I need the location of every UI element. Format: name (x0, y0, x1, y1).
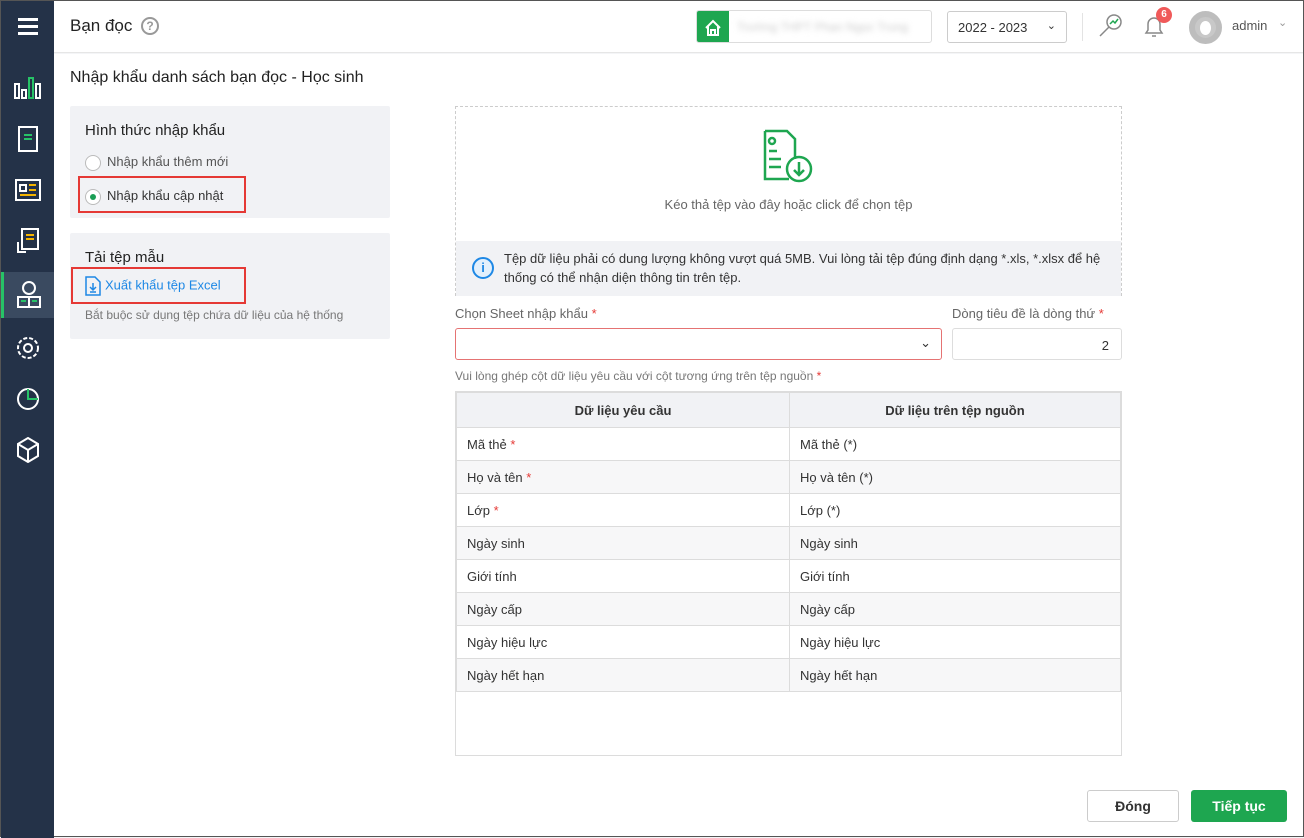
mapping-table-container: Dữ liệu yêu cầu Dữ liệu trên tệp nguồn Mã… (455, 391, 1122, 756)
settings-gear-icon[interactable] (1, 325, 54, 371)
radio-circle[interactable] (85, 154, 101, 171)
table-row: Mã thẻ * Mã thẻ (*) (456, 427, 1121, 461)
user-chevron-icon[interactable]: ⌄ (1278, 16, 1287, 29)
header-row-label: Dòng tiêu đề là dòng thứ * (952, 306, 1104, 321)
source-field-cell[interactable]: Ngày cấp (789, 592, 1121, 626)
dashboard-chart-icon[interactable] (1, 65, 54, 111)
search-analytics-icon[interactable] (1098, 12, 1124, 41)
required-field-cell: Mã thẻ * (456, 427, 790, 461)
user-name[interactable]: admin (1232, 18, 1267, 33)
file-upload-icon (763, 129, 813, 183)
sheet-label: Chọn Sheet nhập khẩu * (455, 306, 597, 321)
menu-icon[interactable] (1, 3, 54, 49)
school-year-value: 2022 - 2023 (958, 20, 1028, 35)
sheet-select[interactable]: ⌄ (455, 328, 942, 360)
pie-chart-icon[interactable] (1, 376, 54, 422)
mapping-label: Vui lòng ghép cột dữ liệu yêu cầu với cộ… (455, 369, 822, 383)
required-field-cell: Ngày sinh (456, 526, 790, 560)
required-field-cell: Lớp * (456, 493, 790, 527)
table-row: Ngày cấp Ngày cấp (456, 592, 1121, 626)
mapping-table: Dữ liệu yêu cầu Dữ liệu trên tệp nguồn Mã… (456, 392, 1121, 692)
divider (1082, 13, 1083, 41)
info-text: Tệp dữ liệu phải có dung lượng không vượ… (504, 251, 1101, 285)
close-button[interactable]: Đóng (1087, 790, 1179, 822)
main-content: Nhập khẩu danh sách bạn đọc - Học sinh H… (54, 54, 1303, 836)
table-row: Họ và tên * Họ và tên (*) (456, 460, 1121, 494)
top-header: Bạn đọc ? Trường THPT Phan Ngọc Trung 20… (54, 1, 1303, 53)
home-icon (697, 11, 729, 42)
col-header-required: Dữ liệu yêu cầu (456, 392, 790, 428)
school-selector[interactable]: Trường THPT Phan Ngọc Trung (696, 10, 932, 43)
help-icon[interactable]: ? (141, 17, 159, 35)
book-icon[interactable] (1, 116, 54, 162)
newspaper-icon[interactable] (1, 167, 54, 213)
source-field-cell[interactable]: Giới tính (789, 559, 1121, 593)
next-button[interactable]: Tiếp tục (1191, 790, 1287, 822)
page-title: Nhập khẩu danh sách bạn đọc - Học sinh (70, 69, 364, 86)
source-field-cell[interactable]: Họ và tên (*) (789, 460, 1121, 494)
package-box-icon[interactable] (1, 427, 54, 473)
highlight-box (78, 176, 246, 213)
sidebar (1, 1, 54, 838)
source-field-cell[interactable]: Lớp (*) (789, 493, 1121, 527)
required-field-cell: Giới tính (456, 559, 790, 593)
dropzone-text: Kéo thả tệp vào đây hoặc click để chọn t… (664, 197, 913, 212)
source-field-cell[interactable]: Ngày hết hạn (789, 658, 1121, 692)
chevron-down-icon: ⌄ (1046, 20, 1056, 32)
reader-icon[interactable] (1, 272, 54, 318)
import-type-panel: Hình thức nhập khẩu Nhập khẩu thêm mới N… (70, 106, 390, 218)
required-field-cell: Ngày cấp (456, 592, 790, 626)
highlight-box (71, 267, 246, 304)
info-icon: i (472, 257, 494, 279)
notification-badge: 6 (1156, 7, 1172, 23)
table-row: Ngày hết hạn Ngày hết hạn (456, 658, 1121, 692)
header-title: Bạn đọc (70, 16, 133, 35)
avatar[interactable] (1189, 11, 1222, 44)
template-title: Tải tệp mẫu (85, 249, 165, 266)
col-header-source: Dữ liệu trên tệp nguồn (789, 392, 1121, 428)
radio-add-new[interactable]: Nhập khẩu thêm mới (85, 154, 228, 171)
borrow-book-icon[interactable] (1, 219, 54, 265)
required-field-cell: Ngày hết hạn (456, 658, 790, 692)
required-field-cell: Họ và tên * (456, 460, 790, 494)
import-type-title: Hình thức nhập khẩu (85, 122, 226, 139)
radio-label: Nhập khẩu thêm mới (107, 154, 229, 169)
file-dropzone[interactable]: Kéo thả tệp vào đây hoặc click để chọn t… (455, 106, 1122, 296)
template-panel: Tải tệp mẫu Xuất khẩu tệp Excel Bắt buộc… (70, 233, 390, 339)
table-row: Ngày hiệu lực Ngày hiệu lực (456, 625, 1121, 659)
chevron-down-icon: ⌄ (920, 335, 931, 350)
required-field-cell: Ngày hiệu lực (456, 625, 790, 659)
info-box: i Tệp dữ liệu phải có dung lượng không v… (456, 241, 1121, 296)
table-row: Ngày sinh Ngày sinh (456, 526, 1121, 560)
school-year-select[interactable]: 2022 - 2023 ⌄ (947, 11, 1067, 43)
table-row: Lớp * Lớp (*) (456, 493, 1121, 527)
school-name: Trường THPT Phan Ngọc Trung (737, 20, 909, 34)
source-field-cell[interactable]: Ngày hiệu lực (789, 625, 1121, 659)
template-note: Bắt buộc sử dụng tệp chứa dữ liệu của hệ… (85, 308, 344, 322)
source-field-cell[interactable]: Mã thẻ (*) (789, 427, 1121, 461)
source-field-cell[interactable]: Ngày sinh (789, 526, 1121, 560)
table-row: Giới tính Giới tính (456, 559, 1121, 593)
header-row-input[interactable]: 2 (952, 328, 1122, 360)
